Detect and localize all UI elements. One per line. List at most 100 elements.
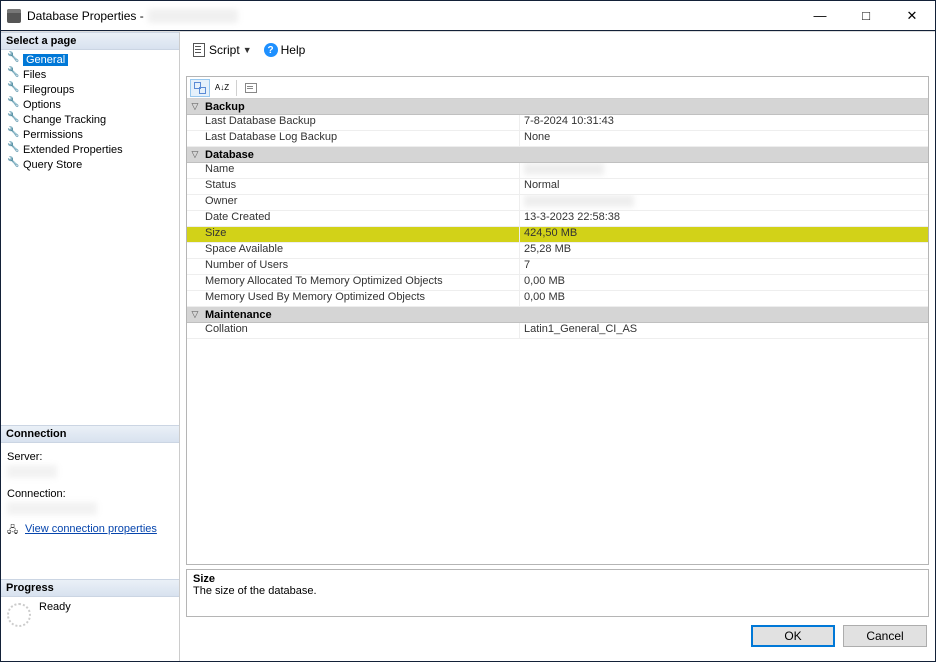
- wrench-icon: [7, 159, 21, 170]
- property-value: 25,28 MB: [520, 243, 928, 258]
- value-redacted: [524, 195, 634, 207]
- server-label: Server:: [7, 451, 173, 463]
- property-key: Memory Allocated To Memory Optimized Obj…: [187, 275, 520, 290]
- property-row[interactable]: Space Available25,28 MB: [187, 243, 928, 259]
- property-row[interactable]: Owner: [187, 195, 928, 211]
- section-title: Maintenance: [203, 309, 272, 321]
- database-icon: [7, 9, 21, 23]
- grid-rows[interactable]: ▽BackupLast Database Backup7-8-2024 10:3…: [187, 99, 928, 564]
- script-icon: [192, 43, 206, 57]
- property-value: 13-3-2023 22:58:38: [520, 211, 928, 226]
- progress-spinner-icon: [7, 603, 31, 627]
- page-item-label: General: [23, 54, 68, 66]
- progress-body: Ready: [1, 597, 179, 631]
- main-toolbar: Script ▼ ? Help: [186, 36, 929, 64]
- page-item-files[interactable]: Files: [5, 67, 179, 82]
- connection-value-redacted: [7, 502, 97, 515]
- categorized-button[interactable]: [190, 79, 210, 97]
- connection-header: Connection: [1, 425, 179, 443]
- page-item-filegroups[interactable]: Filegroups: [5, 82, 179, 97]
- page-item-extended-properties[interactable]: Extended Properties: [5, 142, 179, 157]
- page-item-label: Filegroups: [23, 84, 74, 96]
- property-row[interactable]: Memory Used By Memory Optimized Objects0…: [187, 291, 928, 307]
- property-value: [520, 163, 928, 178]
- description-title: Size: [193, 573, 922, 585]
- property-row[interactable]: Size424,50 MB: [187, 227, 928, 243]
- page-item-general[interactable]: General: [5, 52, 179, 67]
- progress-status: Ready: [39, 601, 71, 613]
- script-button[interactable]: Script ▼: [188, 41, 256, 59]
- property-value: [520, 195, 928, 210]
- property-value: 424,50 MB: [520, 227, 928, 242]
- property-key: Last Database Log Backup: [187, 131, 520, 146]
- property-key: Owner: [187, 195, 520, 210]
- property-grid: A↓Z ▽BackupLast Database Backup7-8-2024 …: [186, 76, 929, 565]
- property-key: Space Available: [187, 243, 520, 258]
- main-panel: Script ▼ ? Help A↓Z ▽BackupLast Database…: [180, 32, 935, 661]
- section-backup[interactable]: ▽Backup: [187, 99, 928, 115]
- select-page-header: Select a page: [1, 32, 179, 50]
- property-value: None: [520, 131, 928, 146]
- collapse-icon[interactable]: ▽: [187, 149, 203, 160]
- property-value: Latin1_General_CI_AS: [520, 323, 928, 338]
- connection-label: Connection:: [7, 488, 173, 500]
- maximize-button[interactable]: □: [843, 1, 889, 30]
- page-item-change-tracking[interactable]: Change Tracking: [5, 112, 179, 127]
- page-item-label: Query Store: [23, 159, 82, 171]
- property-row[interactable]: Last Database Backup7-8-2024 10:31:43: [187, 115, 928, 131]
- window-title: Database Properties -: [27, 9, 144, 23]
- dialog-window: Database Properties - — □ ✕ Select a pag…: [0, 0, 936, 662]
- section-title: Database: [203, 149, 254, 161]
- wrench-icon: [7, 84, 21, 95]
- ok-button[interactable]: OK: [751, 625, 835, 647]
- cancel-button[interactable]: Cancel: [843, 625, 927, 647]
- page-item-options[interactable]: Options: [5, 97, 179, 112]
- collapse-icon[interactable]: ▽: [187, 309, 203, 320]
- left-sidebar: Select a page General Files FilegroupsOpti…: [1, 32, 180, 661]
- progress-header: Progress: [1, 579, 179, 597]
- description-text: The size of the database.: [193, 585, 922, 597]
- property-row[interactable]: Number of Users7: [187, 259, 928, 275]
- alphabetical-button[interactable]: A↓Z: [212, 79, 232, 97]
- property-key: Collation: [187, 323, 520, 338]
- wrench-icon: [7, 69, 21, 80]
- property-value: 7: [520, 259, 928, 274]
- wrench-icon: [7, 144, 21, 155]
- help-button[interactable]: ? Help: [260, 41, 310, 59]
- property-key: Number of Users: [187, 259, 520, 274]
- property-key: Name: [187, 163, 520, 178]
- page-item-label: Extended Properties: [23, 144, 123, 156]
- dialog-buttons: OK Cancel: [186, 617, 929, 655]
- section-maintenance[interactable]: ▽Maintenance: [187, 307, 928, 323]
- close-button[interactable]: ✕: [889, 1, 935, 30]
- script-dropdown-icon[interactable]: ▼: [243, 45, 252, 55]
- property-row[interactable]: Date Created13-3-2023 22:58:38: [187, 211, 928, 227]
- page-item-permissions[interactable]: Permissions: [5, 127, 179, 142]
- property-key: Memory Used By Memory Optimized Objects: [187, 291, 520, 306]
- property-row[interactable]: StatusNormal: [187, 179, 928, 195]
- connection-body: Server: Connection: View connection prop…: [1, 443, 179, 539]
- minimize-button[interactable]: —: [797, 1, 843, 30]
- property-row[interactable]: Name: [187, 163, 928, 179]
- property-key: Last Database Backup: [187, 115, 520, 130]
- page-item-query-store[interactable]: Query Store: [5, 157, 179, 172]
- section-title: Backup: [203, 101, 245, 113]
- page-item-label: Files: [23, 69, 46, 81]
- description-box: Size The size of the database.: [186, 569, 929, 617]
- collapse-icon[interactable]: ▽: [187, 101, 203, 112]
- view-connection-properties-link[interactable]: View connection properties: [25, 523, 157, 535]
- property-value: 0,00 MB: [520, 291, 928, 306]
- wrench-icon: [7, 99, 21, 110]
- property-row[interactable]: Memory Allocated To Memory Optimized Obj…: [187, 275, 928, 291]
- server-value-redacted: [7, 465, 57, 478]
- titlebar[interactable]: Database Properties - — □ ✕: [1, 1, 935, 31]
- section-database[interactable]: ▽Database: [187, 147, 928, 163]
- property-row[interactable]: Last Database Log BackupNone: [187, 131, 928, 147]
- property-pages-icon: [245, 82, 257, 94]
- value-redacted: [524, 163, 604, 175]
- property-row[interactable]: CollationLatin1_General_CI_AS: [187, 323, 928, 339]
- property-pages-button[interactable]: [241, 79, 261, 97]
- wrench-icon: [7, 114, 21, 125]
- help-icon: ?: [264, 43, 278, 57]
- property-value: 7-8-2024 10:31:43: [520, 115, 928, 130]
